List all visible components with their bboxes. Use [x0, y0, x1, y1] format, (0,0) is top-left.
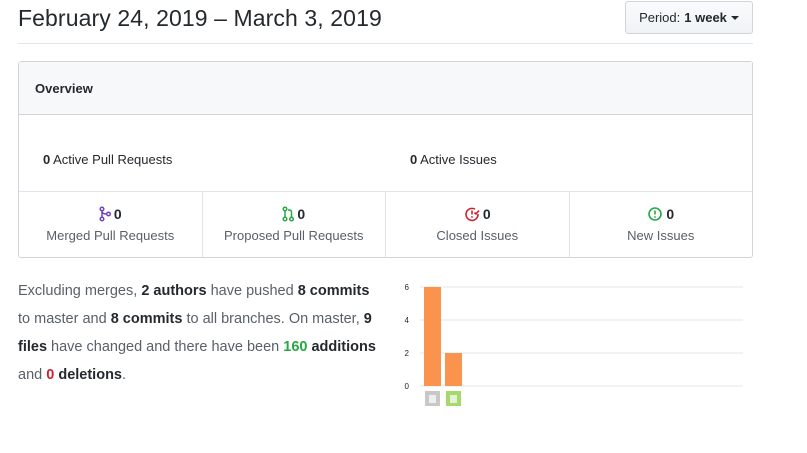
- overview-stats: 0 Merged Pull Requests 0 Proposed Pull R…: [19, 192, 752, 257]
- merged-pull-requests-label: Merged Pull Requests: [46, 228, 175, 243]
- deletions-word: deletions: [54, 367, 122, 383]
- commits-by-author-chart: 0 2 4 6: [405, 283, 743, 406]
- active-issues-link[interactable]: 0 Active Issues: [410, 152, 497, 167]
- commits-master-count: 8 commits: [297, 283, 370, 299]
- merged-pull-requests-count: 0: [113, 206, 122, 222]
- overview-summary: 0 Active Pull Requests 0 Active Issues: [19, 115, 752, 192]
- summary-text: have pushed: [206, 283, 298, 299]
- period-dropdown-button[interactable]: Period: 1 week: [625, 1, 753, 34]
- caret-down-icon: [730, 15, 739, 20]
- deletions-count: 0 deletions: [46, 367, 122, 383]
- new-issues-count: 0: [666, 206, 675, 222]
- active-pull-requests-count: 0: [43, 152, 51, 167]
- proposed-pull-requests-count: 0: [297, 206, 306, 222]
- merged-pull-requests-stat[interactable]: 0 Merged Pull Requests: [19, 192, 203, 257]
- issue-opened-icon: [648, 207, 663, 221]
- issue-closed-icon: [465, 207, 480, 222]
- page-header: February 24, 2019 – March 3, 2019 Period…: [18, 0, 753, 44]
- avatar-glyph: [429, 395, 436, 403]
- proposed-pull-requests-stat[interactable]: 0 Proposed Pull Requests: [203, 192, 386, 257]
- active-issues-label: Active Issues: [420, 152, 497, 167]
- summary-text: Excluding merges,: [18, 283, 142, 299]
- closed-issues-label: Closed Issues: [436, 228, 519, 243]
- y-tick-label: 2: [405, 349, 410, 358]
- closed-issues-stat[interactable]: 0 Closed Issues: [386, 192, 570, 257]
- commit-summary: Excluding merges, 2 authors have pushed …: [18, 277, 383, 389]
- additions-number: 160: [283, 339, 308, 355]
- y-tick-label: 4: [405, 316, 410, 325]
- active-pull-requests-label: Active Pull Requests: [53, 152, 173, 167]
- active-pull-requests-link[interactable]: 0 Active Pull Requests: [43, 152, 172, 167]
- new-issues-label: New Issues: [627, 228, 695, 243]
- proposed-pull-requests-label: Proposed Pull Requests: [224, 228, 364, 243]
- avatar-glyph: [450, 395, 457, 403]
- page-title: February 24, 2019 – March 3, 2019: [18, 5, 382, 31]
- bar: [445, 353, 462, 386]
- additions-count: 160 additions: [283, 339, 376, 355]
- active-issues-count: 0: [410, 152, 418, 167]
- summary-text: .: [122, 367, 127, 383]
- y-tick-label: 6: [405, 283, 410, 292]
- summary-text: to all branches. On master,: [182, 311, 364, 327]
- commits-all-count: 8 commits: [110, 311, 183, 327]
- summary-text: to master and: [18, 311, 111, 327]
- summary-text: and: [18, 367, 47, 383]
- period-value: 1 week: [684, 10, 727, 25]
- git-pull-request-icon: [282, 206, 295, 222]
- closed-issues-count: 0: [482, 206, 491, 222]
- overview-title: Overview: [19, 62, 752, 115]
- additions-word: additions: [307, 339, 376, 355]
- authors-count: 2 authors: [141, 283, 207, 299]
- new-issues-stat[interactable]: 0 New Issues: [570, 192, 753, 257]
- bar: [424, 287, 441, 386]
- git-merge-icon: [99, 206, 111, 222]
- summary-text: have changed and there have been: [47, 339, 284, 355]
- overview-box: Overview 0 Active Pull Requests 0 Active…: [18, 61, 753, 258]
- period-label: Period:: [639, 10, 681, 25]
- y-tick-label: 0: [405, 382, 410, 391]
